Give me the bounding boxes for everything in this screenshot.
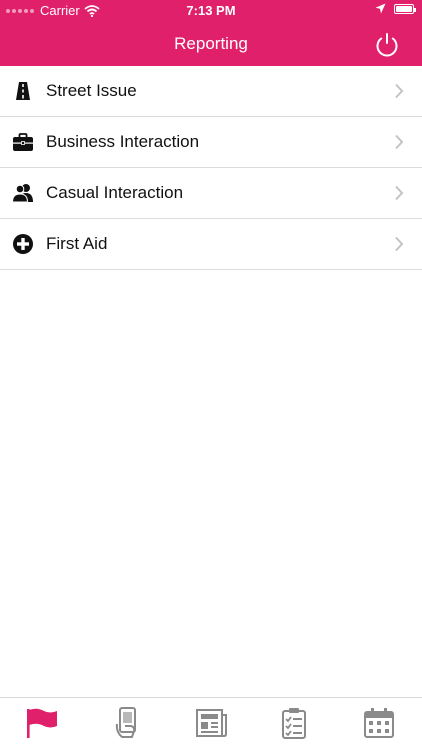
flag-icon[interactable]	[25, 706, 59, 740]
menu-item-business-interaction[interactable]: Business Interaction	[0, 117, 422, 168]
checklist-icon[interactable]	[277, 706, 311, 740]
menu-item-casual-interaction[interactable]: Casual Interaction	[0, 168, 422, 219]
status-time: 7:13 PM	[186, 3, 236, 18]
chevron-right-icon	[395, 83, 404, 99]
menu-item-label: First Aid	[46, 234, 108, 253]
navigation-bar: Carrier 7:13 PM Reporting	[0, 0, 422, 66]
tab-bar	[0, 697, 422, 750]
briefcase-icon	[13, 133, 33, 151]
chevron-right-icon	[395, 236, 404, 252]
plus-circle-icon	[13, 234, 33, 254]
newspaper-icon[interactable]	[194, 706, 228, 740]
menu-item-label: Casual Interaction	[46, 183, 184, 202]
people-icon	[12, 184, 33, 203]
menu-item-label: Business Interaction	[46, 132, 200, 151]
location-arrow-icon	[375, 3, 386, 14]
power-icon[interactable]	[372, 29, 402, 59]
menu-item-label: Street Issue	[46, 81, 137, 100]
phone-hand-icon[interactable]	[110, 706, 144, 740]
calendar-icon[interactable]	[362, 706, 396, 740]
chevron-right-icon	[395, 185, 404, 201]
status-right	[375, 3, 416, 14]
reporting-menu: Street Issue Business Interaction Casual…	[0, 66, 422, 270]
menu-item-first-aid[interactable]: First Aid	[0, 219, 422, 270]
status-bar: Carrier 7:13 PM	[0, 0, 422, 20]
page-title: Reporting	[174, 34, 248, 53]
road-icon	[16, 82, 30, 100]
chevron-right-icon	[395, 134, 404, 150]
battery-icon	[394, 3, 416, 14]
menu-item-street-issue[interactable]: Street Issue	[0, 66, 422, 117]
